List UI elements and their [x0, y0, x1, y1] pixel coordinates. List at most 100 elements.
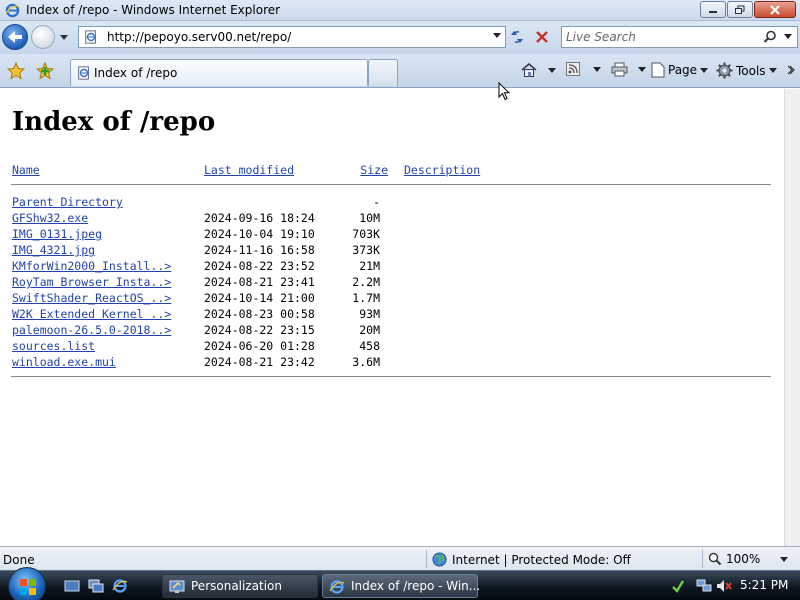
ie-page-icon — [85, 30, 96, 44]
zoom-level: 100% — [726, 552, 761, 566]
feeds-dropdown-icon[interactable] — [593, 66, 601, 72]
file-link[interactable]: SwiftShader_ReactOS_..> — [12, 290, 171, 306]
taskbar-item-personalization[interactable]: Personalization — [162, 574, 318, 598]
status-text: Done — [3, 553, 35, 567]
file-link[interactable]: sources.list — [12, 338, 95, 354]
last-modified-cell: 2024-08-22 23:15 — [204, 323, 315, 337]
chevron-more-icon[interactable] — [787, 64, 795, 78]
switch-windows-icon[interactable] — [88, 578, 104, 594]
taskbar: Personalization Index of /repo - Win... … — [0, 567, 800, 600]
home-dropdown-icon[interactable] — [548, 67, 556, 73]
tab-label: Index of /repo — [94, 66, 178, 80]
feeds-button[interactable] — [566, 62, 601, 76]
description-column-header[interactable]: Description — [404, 162, 480, 178]
close-button[interactable] — [754, 1, 796, 18]
tools-menu-label: Tools — [736, 63, 766, 78]
home-icon — [521, 63, 537, 77]
last-modified-column-header[interactable]: Last modified — [204, 162, 294, 178]
system-clock[interactable]: 5:21 PM — [740, 578, 788, 592]
file-link[interactable]: winload.exe.mui — [12, 354, 116, 370]
file-link[interactable]: KMforWin2000_Install..> — [12, 258, 171, 274]
start-button[interactable] — [8, 567, 46, 600]
zoom-control[interactable]: 100% — [708, 552, 789, 566]
zoom-dropdown-icon — [780, 556, 789, 562]
print-icon — [611, 62, 628, 77]
page-content: Index of /repo Name Last modified Size D… — [0, 89, 784, 546]
size-cell: 1.7M — [352, 291, 380, 305]
size-cell: - — [373, 195, 380, 209]
tab-index-of-repo[interactable]: Index of /repo — [70, 59, 368, 86]
window-controls — [700, 1, 796, 18]
url-text[interactable]: http://pepoyo.serv00.net/repo/ — [107, 30, 291, 44]
security-zone-label: Internet | Protected Mode: Off — [452, 552, 631, 567]
back-button[interactable] — [2, 24, 28, 50]
zoom-magnifier-icon — [708, 552, 722, 566]
search-icon[interactable] — [763, 30, 777, 44]
address-bar[interactable]: http://pepoyo.serv00.net/repo/ — [78, 26, 506, 48]
size-cell: 20M — [359, 323, 380, 337]
name-column-header[interactable]: Name — [12, 162, 40, 178]
gear-icon — [716, 62, 733, 79]
size-column-header[interactable]: Size — [356, 162, 388, 178]
parent-directory-link[interactable]: Parent Directory — [12, 194, 123, 210]
vertical-scrollbar[interactable] — [784, 89, 800, 546]
refresh-icon[interactable] — [507, 27, 527, 47]
header-divider — [11, 184, 771, 185]
ie-logo-icon — [329, 580, 345, 594]
file-link[interactable]: palemoon-26.5.0-2018..> — [12, 322, 171, 338]
ie-launch-icon[interactable] — [112, 578, 128, 594]
close-icon — [770, 4, 780, 15]
network-icon[interactable] — [696, 578, 712, 594]
file-link[interactable]: IMG_4321.jpg — [12, 242, 95, 258]
last-modified-cell: 2024-06-20 01:28 — [204, 339, 315, 353]
size-cell: 93M — [359, 307, 380, 321]
restore-icon — [735, 5, 745, 14]
print-button[interactable] — [611, 62, 646, 77]
security-zone[interactable]: Internet | Protected Mode: Off — [432, 552, 631, 567]
ie-page-icon — [78, 66, 89, 80]
page-menu[interactable]: Page — [651, 62, 709, 78]
recent-pages-dropdown-icon[interactable] — [59, 32, 69, 42]
favorites-star-icon[interactable] — [7, 62, 25, 80]
size-cell: 703K — [352, 227, 380, 241]
size-cell: 3.6M — [352, 355, 380, 369]
address-dropdown-icon[interactable] — [493, 33, 501, 38]
file-link[interactable]: IMG_0131.jpeg — [12, 226, 102, 242]
search-input[interactable] — [566, 29, 756, 45]
search-box[interactable] — [561, 26, 798, 48]
navigation-bar: http://pepoyo.serv00.net/repo/ — [0, 21, 800, 54]
tab-bar: Index of /repo Page Tools — [0, 54, 800, 88]
forward-button[interactable] — [31, 25, 55, 49]
print-dropdown-icon[interactable] — [638, 67, 646, 72]
home-button[interactable] — [520, 62, 556, 78]
status-divider — [426, 550, 427, 568]
new-tab-button[interactable] — [368, 59, 398, 86]
size-cell: 2.2M — [352, 275, 380, 289]
minimize-button[interactable] — [700, 1, 726, 18]
title-bar: Index of /repo - Windows Internet Explor… — [0, 0, 800, 21]
tools-dropdown-icon — [768, 68, 777, 73]
safely-remove-hardware-icon[interactable] — [670, 578, 686, 594]
show-desktop-icon[interactable] — [64, 578, 80, 594]
taskbar-item-label: Personalization — [191, 579, 282, 593]
search-provider-dropdown-icon[interactable] — [784, 34, 792, 39]
page-title: Index of /repo — [12, 107, 216, 137]
taskbar-item-internet-explorer[interactable]: Index of /repo - Win... — [322, 574, 480, 598]
status-bar: Done Internet | Protected Mode: Off 100% — [0, 546, 800, 570]
file-link[interactable]: RoyTam Browser Insta..> — [12, 274, 171, 290]
stop-icon[interactable] — [532, 27, 552, 47]
ie-logo-icon — [5, 3, 20, 18]
last-modified-cell: 2024-08-23 00:58 — [204, 307, 315, 321]
window-title: Index of /repo - Windows Internet Explor… — [26, 3, 281, 17]
volume-muted-icon[interactable] — [716, 578, 732, 594]
file-link[interactable]: W2K Extended Kernel ..> — [12, 306, 171, 322]
last-modified-cell: 2024-08-21 23:41 — [204, 275, 315, 289]
status-divider — [702, 550, 703, 568]
page-icon — [651, 62, 665, 78]
minimize-icon — [709, 10, 717, 13]
add-favorites-icon[interactable] — [36, 62, 56, 80]
maximize-button[interactable] — [727, 1, 753, 18]
tools-menu[interactable]: Tools — [716, 62, 777, 79]
back-arrow-icon — [8, 31, 22, 43]
file-link[interactable]: GFShw32.exe — [12, 210, 88, 226]
